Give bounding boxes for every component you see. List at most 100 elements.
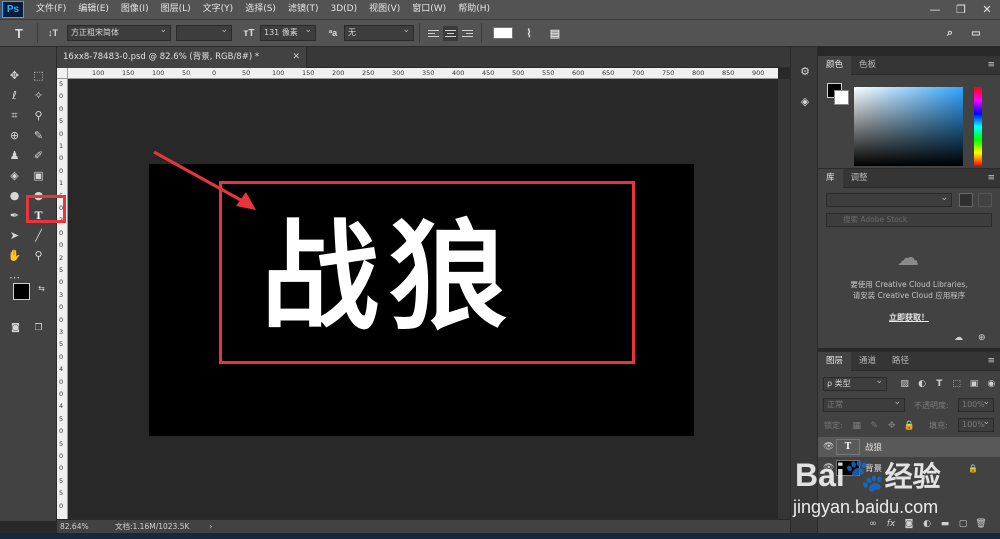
menu-item-9[interactable]: 窗口(W) — [406, 0, 452, 19]
document-tab[interactable]: 16xx8-78483-0.psd @ 82.6% (背景, RGB/8#) *… — [57, 47, 307, 68]
visibility-eye-icon[interactable]: 👁 — [823, 442, 834, 452]
properties-panel-icon[interactable]: ◈ — [797, 93, 813, 109]
character-panel-icon[interactable]: ▤ — [545, 20, 565, 46]
tab-adjustments[interactable]: 调整 — [843, 169, 876, 188]
filter-toggle-icon[interactable]: ◉ — [985, 377, 998, 391]
gradient-tool-icon[interactable]: ▣ — [30, 167, 47, 184]
eyedropper-icon[interactable]: ⚲ — [30, 107, 47, 124]
align-right-icon[interactable] — [460, 26, 475, 41]
color-spectrum[interactable] — [854, 87, 963, 166]
crop-tool-icon[interactable]: ⌗ — [6, 107, 23, 124]
menu-item-6[interactable]: 滤镜(T) — [282, 0, 325, 19]
filter-adjustment-icon[interactable]: ◐ — [915, 377, 928, 391]
menu-item-4[interactable]: 文字(Y) — [197, 0, 240, 19]
filter-type-icon[interactable]: T — [933, 377, 946, 391]
text-color-swatch[interactable] — [493, 27, 513, 39]
list-view-icon[interactable] — [978, 193, 992, 207]
menu-item-10[interactable]: 帮助(H) — [452, 0, 496, 19]
close-tab-icon[interactable]: ✕ — [292, 47, 300, 68]
move-tool-icon[interactable]: ✥ — [6, 67, 23, 84]
lasso-tool-icon[interactable]: ℓ — [6, 87, 23, 104]
menu-item-1[interactable]: 编辑(E) — [72, 0, 115, 19]
menu-item-7[interactable]: 3D(D) — [324, 0, 363, 19]
restore-button[interactable]: ❐ — [948, 0, 974, 19]
opacity-input[interactable]: 100% — [958, 398, 994, 412]
panel-menu-icon[interactable]: ≡ — [987, 60, 995, 70]
filter-smart-object-icon[interactable]: ▣ — [967, 377, 980, 391]
color-panel-background-swatch[interactable] — [834, 90, 849, 105]
align-left-icon[interactable] — [426, 26, 441, 41]
lock-all-icon[interactable]: 🔒 — [903, 419, 917, 433]
lock-transparency-icon[interactable]: ▦ — [850, 419, 864, 433]
blend-mode-select[interactable]: 正常 — [823, 398, 905, 412]
font-size-select[interactable]: 131 像素 — [260, 25, 316, 41]
vertical-scrollbar[interactable] — [778, 79, 790, 519]
layer-name[interactable]: 战狼 — [865, 441, 882, 453]
menu-item-8[interactable]: 视图(V) — [363, 0, 406, 19]
tab-color[interactable]: 颜色 — [818, 56, 852, 75]
align-center-icon[interactable] — [443, 25, 458, 41]
healing-brush-icon[interactable]: ⊕ — [6, 127, 23, 144]
add-content-icon[interactable]: ⊕ — [978, 333, 986, 343]
foreground-color-swatch[interactable] — [13, 283, 30, 300]
hue-slider[interactable] — [974, 87, 982, 166]
menu-item-0[interactable]: 文件(F) — [30, 0, 72, 19]
brush-tool-icon[interactable]: ✎ — [30, 127, 47, 144]
ruler-tick-label: 5 — [59, 266, 64, 274]
lock-position-icon[interactable]: ✥ — [885, 419, 899, 433]
layer-row-text[interactable]: 👁 T 战狼 — [818, 437, 1000, 457]
fill-input[interactable]: 100% — [958, 418, 994, 432]
stock-search-input[interactable]: 搜索 Adobe Stock — [826, 213, 992, 227]
tab-swatches[interactable]: 色板 — [851, 56, 884, 75]
workspace-icon[interactable]: ▭ — [968, 20, 984, 46]
menu-item-2[interactable]: 图像(I) — [115, 0, 155, 19]
toggle-orientation-icon[interactable]: ↕T — [43, 20, 63, 46]
ruler-origin[interactable] — [57, 68, 68, 79]
horizontal-ruler[interactable]: 100 150 100 50 0 50 100 150 200 250 300 350 400 450 50… — [68, 68, 778, 79]
cloud-sync-icon[interactable]: ☁ — [954, 333, 963, 343]
layer-filter-icons: ▨ ◐ T ⬚ ▣ ◉ — [896, 376, 1000, 392]
history-brush-icon[interactable]: ✐ — [30, 147, 47, 164]
magic-wand-icon[interactable]: ✧ — [30, 87, 47, 104]
anti-alias-select[interactable]: 无 — [344, 25, 414, 41]
layer-filter-select[interactable]: ρ 类型 — [823, 377, 887, 391]
status-menu-arrow[interactable]: › — [209, 522, 212, 531]
eraser-tool-icon[interactable]: ◈ — [6, 167, 23, 184]
panel-menu-icon[interactable]: ≡ — [987, 173, 995, 183]
minimize-button[interactable]: — — [922, 0, 948, 19]
lock-pixels-icon[interactable]: ✎ — [868, 419, 882, 433]
zoom-tool-icon[interactable]: ⚲ — [30, 247, 47, 264]
screen-mode-icon[interactable]: ❐ — [30, 319, 47, 336]
zoom-level[interactable]: 82.64% — [60, 522, 115, 531]
menu-item-5[interactable]: 选择(S) — [239, 0, 282, 19]
history-panel-icon[interactable]: ⚙ — [797, 63, 813, 79]
menu-item-3[interactable]: 图层(L) — [155, 0, 197, 19]
filter-pixel-icon[interactable]: ▨ — [898, 377, 911, 391]
type-tool-preset-icon[interactable]: T — [6, 20, 32, 46]
tab-channels[interactable]: 通道 — [851, 352, 884, 371]
close-button[interactable]: ✕ — [974, 0, 1000, 19]
font-style-select[interactable] — [176, 25, 232, 41]
tab-paths[interactable]: 路径 — [884, 352, 917, 371]
library-select[interactable] — [826, 193, 952, 207]
clone-stamp-icon[interactable]: ♟ — [6, 147, 23, 164]
grid-view-icon[interactable] — [959, 193, 973, 207]
text-layer-thumbnail: T — [836, 439, 860, 455]
quick-mask-icon[interactable]: ◙ — [7, 319, 24, 336]
blur-tool-icon[interactable]: ● — [6, 187, 23, 204]
warp-text-icon[interactable]: ⌇ — [519, 20, 539, 46]
pen-tool-icon[interactable]: ✒ — [6, 207, 23, 224]
tab-libraries[interactable]: 库 — [818, 169, 843, 188]
vertical-ruler[interactable]: 50050100150200250300350400450500550 — [57, 79, 68, 519]
panel-menu-icon[interactable]: ≡ — [987, 356, 995, 366]
swap-colors-icon[interactable]: ⇆ — [33, 280, 50, 297]
filter-shape-icon[interactable]: ⬚ — [950, 377, 963, 391]
search-icon[interactable]: ⌕ — [942, 20, 958, 46]
font-family-select[interactable]: 方正粗宋简体 — [67, 25, 171, 41]
tab-layers[interactable]: 图层 — [818, 352, 852, 371]
marquee-tool-icon[interactable]: ⬚ — [30, 67, 47, 84]
get-now-link[interactable]: 立即获取！ — [818, 312, 1000, 323]
path-selection-icon[interactable]: ➤ — [6, 227, 23, 244]
hand-tool-icon[interactable]: ✋ — [6, 247, 23, 264]
line-tool-icon[interactable]: ╱ — [30, 227, 47, 244]
